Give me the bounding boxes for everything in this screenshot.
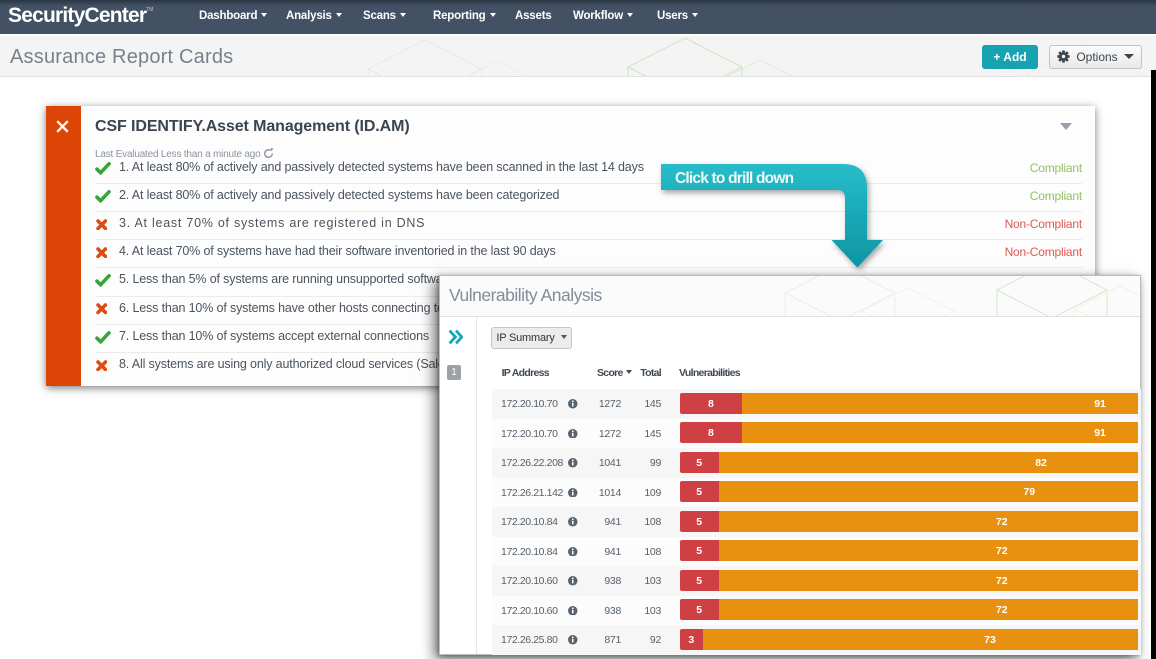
svg-text:Click to drill down: Click to drill down — [675, 170, 794, 187]
